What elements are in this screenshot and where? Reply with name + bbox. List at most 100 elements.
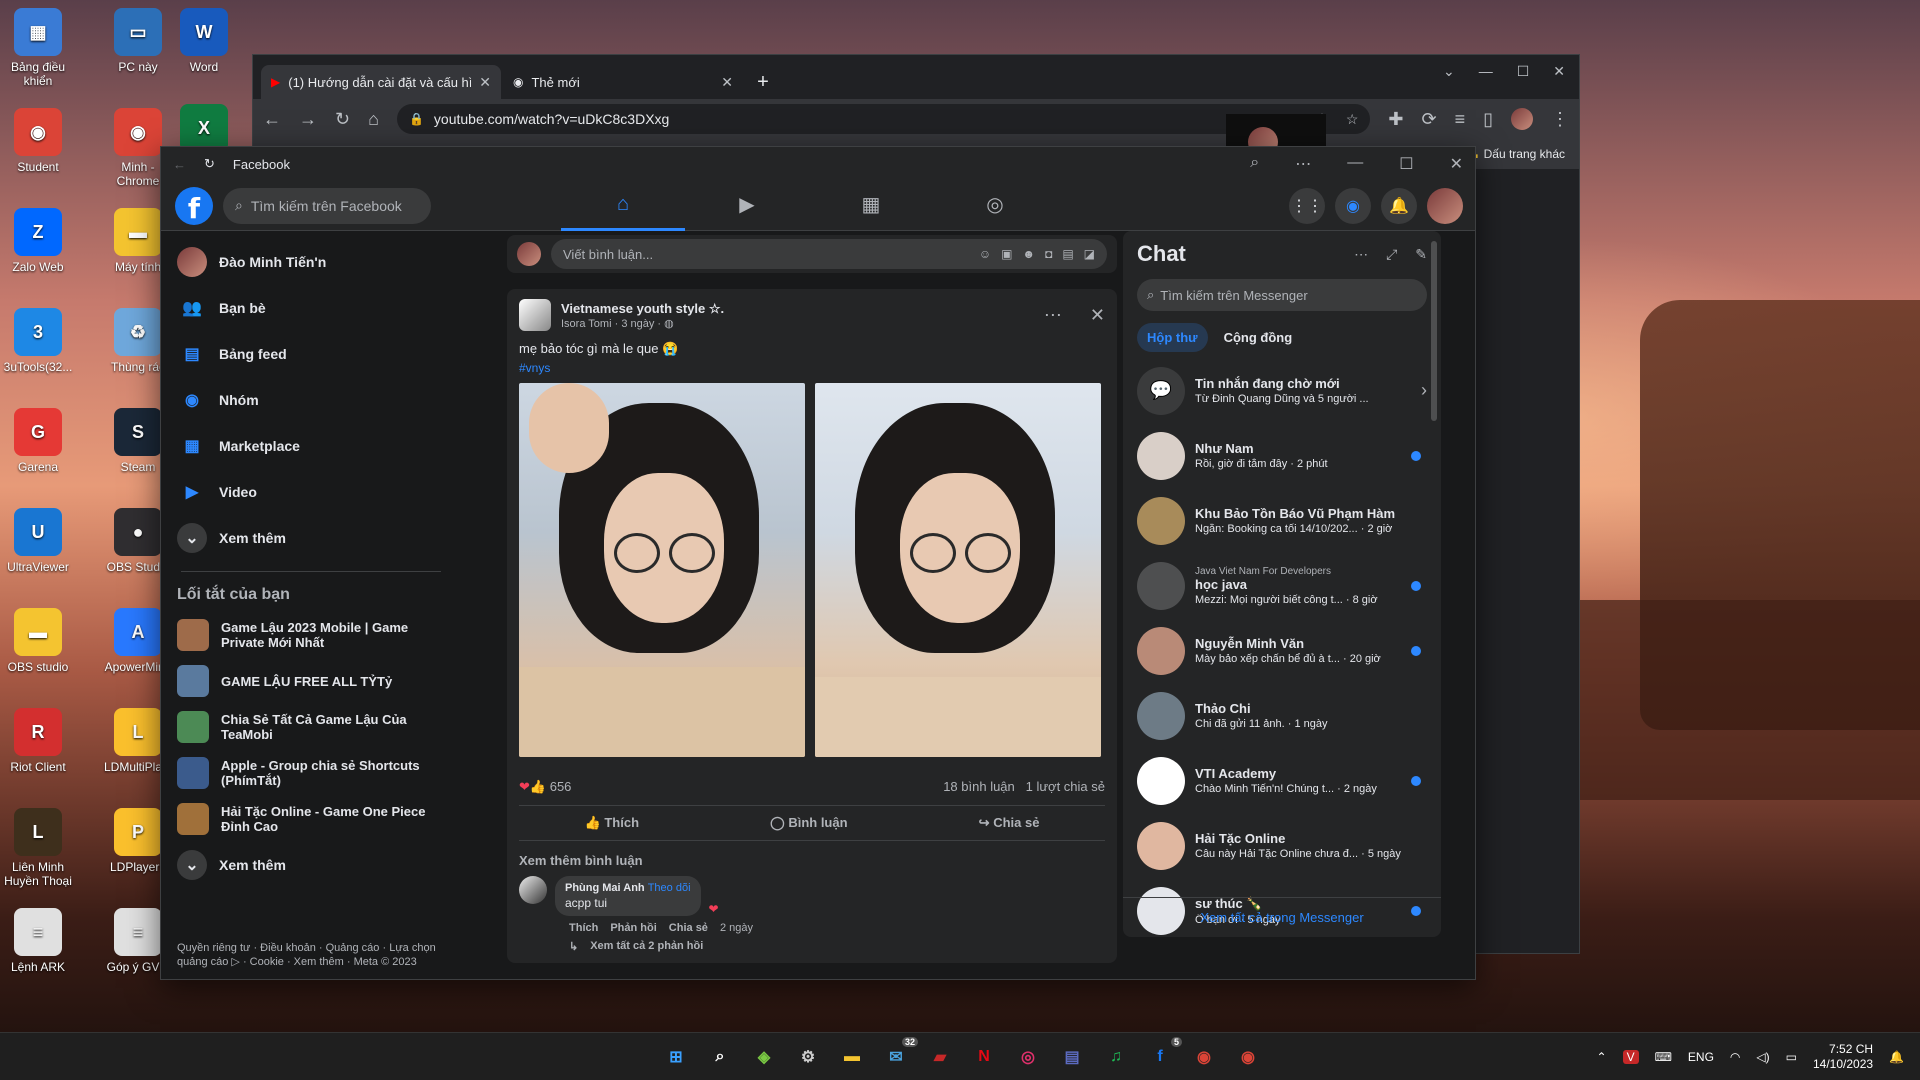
more-icon[interactable]: ⋯: [1295, 154, 1311, 174]
extensions-icon[interactable]: ✚: [1388, 109, 1403, 130]
home-icon[interactable]: ⌂: [368, 109, 379, 130]
tab-inbox[interactable]: Hộp thư: [1137, 323, 1208, 352]
facebook-logo-icon[interactable]: f: [175, 186, 213, 225]
other-bookmarks[interactable]: Dấu trang khác: [1484, 147, 1565, 161]
shares-count[interactable]: 1 lượt chia sẻ: [1026, 779, 1105, 794]
expand-icon[interactable]: ⤢: [1386, 246, 1397, 263]
watch-tab-icon[interactable]: ▶: [685, 181, 809, 231]
back-icon[interactable]: ←: [173, 157, 186, 172]
minimize-icon[interactable]: —: [1479, 63, 1493, 80]
scroll-thumb[interactable]: [1431, 241, 1437, 421]
tab-search-icon[interactable]: ⌄: [1443, 63, 1455, 80]
post-options-icon[interactable]: ⋯: [1044, 305, 1062, 326]
chat-item[interactable]: 💬 Tin nhắn đang chờ mới Từ Đinh Quang Dũng…: [1123, 358, 1441, 423]
sidebar-item[interactable]: ⌄ Xem thêm: [171, 515, 451, 561]
chat-scrollbar[interactable]: [1431, 231, 1439, 811]
avatar-sticker-icon[interactable]: ☺: [979, 247, 991, 261]
wifi-icon[interactable]: ◠: [1730, 1050, 1740, 1064]
bookmark-star-icon[interactable]: ☆: [1346, 111, 1359, 128]
sidebar-item[interactable]: ▦ Marketplace: [171, 423, 451, 469]
notification-bell-icon[interactable]: 🔔: [1889, 1050, 1904, 1064]
minimize-icon[interactable]: —: [1347, 154, 1363, 174]
spotify-icon[interactable]: ♫: [1100, 1041, 1132, 1073]
menu-grid-icon[interactable]: ⋮⋮: [1289, 187, 1325, 224]
chat-item[interactable]: Thảo Chi Chi đã gửi 11 ảnh. · 1 ngày: [1123, 683, 1441, 748]
facebook-icon[interactable]: f5: [1144, 1036, 1182, 1073]
clock[interactable]: 7:52 CH 14/10/2023: [1813, 1042, 1873, 1072]
chat-options-icon[interactable]: ⋯: [1354, 246, 1368, 263]
chrome-tab-youtube[interactable]: ▶ (1) Hướng dẫn cài đặt và cấu hình ✕: [261, 65, 501, 99]
post-time[interactable]: 3 ngày: [621, 318, 654, 330]
chat-item[interactable]: Nguyễn Minh Văn Mày bảo xếp chấn bể đủ à …: [1123, 618, 1441, 683]
desktop-icon[interactable]: ▬ OBS studio: [0, 608, 76, 674]
search-icon[interactable]: ⌕: [704, 1041, 736, 1073]
view-more-comments[interactable]: Xem thêm bình luận: [519, 853, 1105, 868]
post-hashtag[interactable]: #vnys: [519, 361, 1105, 375]
comments-count[interactable]: 18 bình luận: [943, 779, 1015, 794]
file-explorer-icon[interactable]: ▬: [836, 1041, 868, 1073]
settings-icon[interactable]: ⚙: [792, 1041, 824, 1073]
widgets-icon[interactable]: ◈: [748, 1041, 780, 1073]
hide-post-icon[interactable]: ✕: [1090, 305, 1105, 326]
zoom-icon[interactable]: ⌕: [1250, 154, 1259, 174]
address-bar[interactable]: 🔒 youtube.com/watch?v=uDkC8c3DXxg ⧉ ⇪ ☆: [396, 104, 1371, 134]
instagram-icon[interactable]: ◎: [1012, 1041, 1044, 1073]
desktop-icon[interactable]: Z Zalo Web: [0, 208, 76, 274]
desktop-icon[interactable]: ≡ Lệnh ARK: [0, 908, 76, 974]
group-avatar[interactable]: [519, 299, 551, 331]
tab-community[interactable]: Cộng đồng: [1214, 323, 1303, 352]
sidebar-item[interactable]: ◉ Nhóm: [171, 377, 451, 423]
desktop-icon[interactable]: 3 3uTools(32...: [0, 308, 76, 374]
reactions-count[interactable]: ❤👍 656: [519, 779, 571, 795]
post-photo[interactable]: [519, 383, 805, 757]
sidebar-item[interactable]: 👥 Bạn bè: [171, 285, 451, 331]
shortcut-item[interactable]: Apple - Group chia sẻ Shortcuts (PhímTắt…: [171, 750, 451, 796]
account-avatar[interactable]: [1427, 187, 1463, 224]
refresh-icon[interactable]: ↻: [204, 156, 215, 172]
desktop-icon[interactable]: U UltraViewer: [0, 508, 76, 574]
maximize-icon[interactable]: ☐: [1399, 154, 1413, 174]
messenger-search-input[interactable]: ⌕ Tìm kiếm trên Messenger: [1137, 279, 1427, 311]
mail-icon[interactable]: ✉ 32: [880, 1036, 918, 1073]
chrome-icon[interactable]: ◉: [1188, 1041, 1220, 1073]
comment-share[interactable]: Chia sẻ: [669, 922, 708, 934]
home-tab-icon[interactable]: ⌂: [561, 181, 685, 231]
shortcut-item[interactable]: Game Lậu 2023 Mobile | Game Private Mới …: [171, 612, 451, 658]
close-tab-icon[interactable]: ✕: [721, 74, 733, 91]
groups-tab-icon[interactable]: ◎: [933, 181, 1057, 231]
comment-input[interactable]: Viết bình luận... ☺ ▣ ☻ ◘ ▤ ◪: [551, 239, 1107, 269]
desktop-icon[interactable]: W Word: [166, 8, 242, 74]
gif-icon[interactable]: ▤: [1062, 247, 1073, 261]
share-button[interactable]: ↪ Chia sẻ: [979, 815, 1040, 831]
shortcuts-see-more[interactable]: ⌄ Xem thêm: [171, 842, 451, 888]
sidebar-item[interactable]: ▤ Bảng feed: [171, 331, 451, 377]
sticker-icon[interactable]: ▣: [1001, 247, 1012, 261]
facebook-search-input[interactable]: ⌕ Tìm kiếm trên Facebook: [223, 187, 431, 224]
vivaldi-tray-icon[interactable]: V: [1622, 1049, 1639, 1064]
sidebar-item[interactable]: Đào Minh Tiến'n: [171, 239, 451, 285]
reading-list-icon[interactable]: ≡: [1455, 109, 1466, 130]
menu-icon[interactable]: ⋮: [1551, 109, 1569, 130]
see-replies[interactable]: ↳ Xem tất cả 2 phản hồi: [569, 940, 1105, 953]
desktop-icon[interactable]: ▭ PC này: [100, 8, 176, 74]
battery-icon[interactable]: ▭: [1786, 1050, 1797, 1064]
shortcut-item[interactable]: Chia Sẻ Tất Cả Game Lậu Của TeaMobi: [171, 704, 451, 750]
game-icon[interactable]: ▰: [924, 1041, 956, 1073]
desktop-icon[interactable]: L Liên Minh Huyền Thoại: [0, 808, 76, 888]
maximize-icon[interactable]: ☐: [1517, 63, 1530, 80]
back-icon[interactable]: ←: [263, 109, 281, 130]
desktop-icon[interactable]: G Garena: [0, 408, 76, 474]
forward-icon[interactable]: →: [299, 109, 317, 130]
chrome-profile-icon[interactable]: ◉: [1232, 1041, 1264, 1073]
comment-button[interactable]: ◯ Bình luận: [770, 815, 847, 831]
post-author[interactable]: Isora Tomi: [561, 318, 612, 330]
post-photo[interactable]: [815, 383, 1101, 757]
chat-item[interactable]: Java Viet Nam For Developers học java Mezz…: [1123, 553, 1441, 618]
follow-link[interactable]: Theo dõi: [648, 882, 691, 894]
chat-item[interactable]: VTI Academy Chào Minh Tiến'n! Chúng t... …: [1123, 748, 1441, 813]
start-icon[interactable]: ⊞: [660, 1041, 692, 1073]
commenter-avatar[interactable]: [519, 876, 547, 904]
chat-item[interactable]: Hải Tặc Online Câu này Hải Tặc Online chư…: [1123, 813, 1441, 878]
tray-overflow-icon[interactable]: ⌃: [1597, 1050, 1607, 1064]
like-button[interactable]: 👍 Thích: [585, 815, 639, 831]
